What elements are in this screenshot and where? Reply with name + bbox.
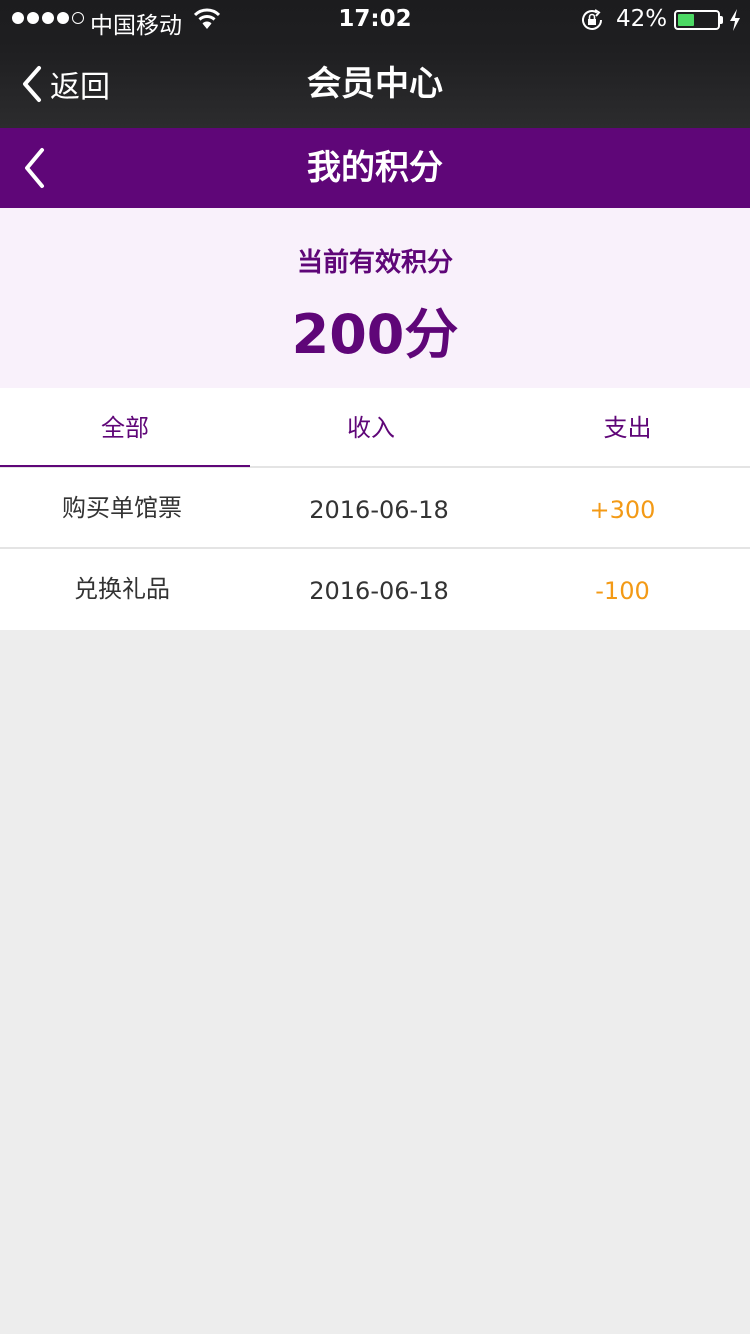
record-date: 2016-06-18 [309, 577, 449, 605]
nav-title: 会员中心 [307, 64, 443, 104]
record-amount: +300 [589, 496, 656, 524]
record-row[interactable]: 购买单馆票 2016-06-18 +300 [0, 468, 750, 549]
points-value: 200分 [291, 303, 459, 366]
screen: 中国移动 17:02 42% 返回 会员中心 我的积分 当前有效积分 200分 … [0, 0, 750, 1334]
filter-tabs: 全部 收入 支出 [0, 388, 750, 468]
battery-percent: 42% [616, 6, 668, 32]
points-summary: 当前有效积分 200分 [0, 208, 750, 388]
record-name: 购买单馆票 [62, 494, 182, 522]
record-row[interactable]: 兑换礼品 2016-06-18 -100 [0, 549, 750, 630]
tab-income[interactable]: 收入 [250, 388, 492, 468]
status-bar: 中国移动 17:02 42% [0, 0, 750, 40]
record-date: 2016-06-18 [309, 496, 449, 524]
page-header: 我的积分 [0, 128, 750, 208]
battery-icon [674, 10, 720, 30]
record-name: 兑换礼品 [74, 575, 170, 603]
battery-tip [720, 16, 723, 24]
page-title: 我的积分 [307, 148, 443, 188]
charging-bolt-icon [730, 9, 740, 31]
tab-expense[interactable]: 支出 [505, 388, 750, 468]
points-record-list: 购买单馆票 2016-06-18 +300 兑换礼品 2016-06-18 -1… [0, 468, 750, 630]
active-tab-indicator [0, 465, 250, 467]
rotation-lock-icon [582, 9, 602, 30]
top-bar: 中国移动 17:02 42% 返回 会员中心 [0, 0, 750, 128]
record-amount: -100 [595, 577, 650, 605]
tab-all[interactable]: 全部 [0, 388, 250, 468]
points-label: 当前有效积分 [296, 248, 453, 278]
battery-level [678, 14, 694, 26]
